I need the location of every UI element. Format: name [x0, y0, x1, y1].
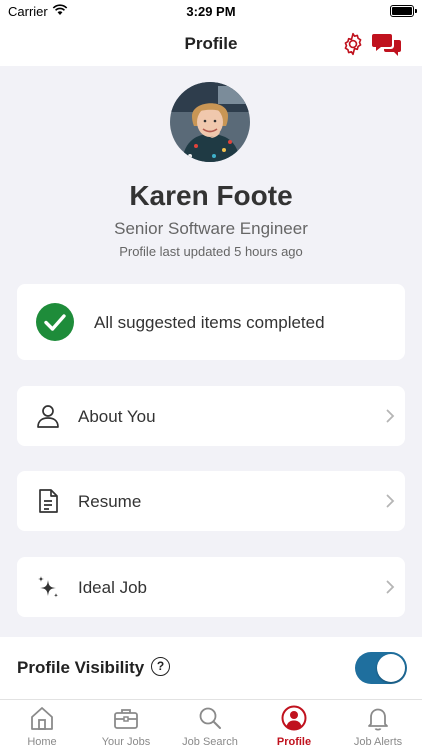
help-icon[interactable]: ? — [151, 657, 170, 676]
chevron-right-icon — [386, 409, 395, 423]
about-you-row[interactable]: About You — [17, 386, 405, 446]
profile-visibility-toggle[interactable] — [355, 652, 407, 684]
suggestions-label: All suggested items completed — [94, 313, 325, 332]
bell-icon — [368, 708, 388, 731]
tab-label: Your Jobs — [101, 736, 151, 748]
resume-row[interactable]: Resume — [17, 471, 405, 531]
profile-last-updated: Profile last updated 5 hours ago — [119, 244, 303, 259]
search-icon — [199, 707, 221, 729]
tab-job-search[interactable]: Job Search — [168, 704, 252, 750]
chevron-right-icon — [386, 580, 395, 594]
home-icon — [31, 707, 53, 730]
tab-label: Home — [27, 736, 57, 748]
profile-visibility-section: Profile Visibility ? — [0, 637, 422, 699]
tab-bar: Home Your Jobs Job Search Profile Job Al… — [0, 699, 422, 750]
profile-icon — [281, 705, 307, 731]
profile-job-title: Senior Software Engineer — [114, 219, 308, 238]
avatar[interactable] — [170, 82, 250, 162]
ideal-job-label: Ideal Job — [78, 578, 147, 597]
check-circle-icon — [36, 303, 74, 341]
nav-bar: Profile — [0, 24, 422, 66]
briefcase-icon — [114, 709, 138, 729]
about-you-label: About You — [78, 407, 156, 426]
ideal-job-row[interactable]: Ideal Job — [17, 557, 405, 617]
person-icon — [37, 405, 59, 428]
profile-name: Karen Foote — [129, 180, 293, 211]
sparkles-icon — [38, 576, 58, 598]
tab-home[interactable]: Home — [0, 704, 84, 750]
resume-label: Resume — [78, 492, 142, 511]
status-bar: Carrier 3:29 PM — [0, 0, 422, 24]
tab-profile[interactable]: Profile — [252, 704, 336, 750]
chat-bubbles-icon[interactable] — [372, 31, 402, 57]
gear-icon[interactable] — [340, 31, 366, 57]
battery-icon — [390, 5, 417, 17]
tab-job-alerts[interactable]: Job Alerts — [336, 704, 420, 750]
document-icon — [39, 489, 58, 513]
tab-label: Job Search — [182, 736, 238, 748]
tab-label: Job Alerts — [353, 736, 403, 748]
clock: 3:29 PM — [186, 4, 236, 19]
tab-your-jobs[interactable]: Your Jobs — [84, 704, 168, 750]
chevron-right-icon — [386, 494, 395, 508]
suggestions-card: All suggested items completed — [17, 284, 405, 360]
tab-label: Profile — [276, 736, 312, 748]
profile-visibility-label: Profile Visibility — [17, 658, 145, 677]
